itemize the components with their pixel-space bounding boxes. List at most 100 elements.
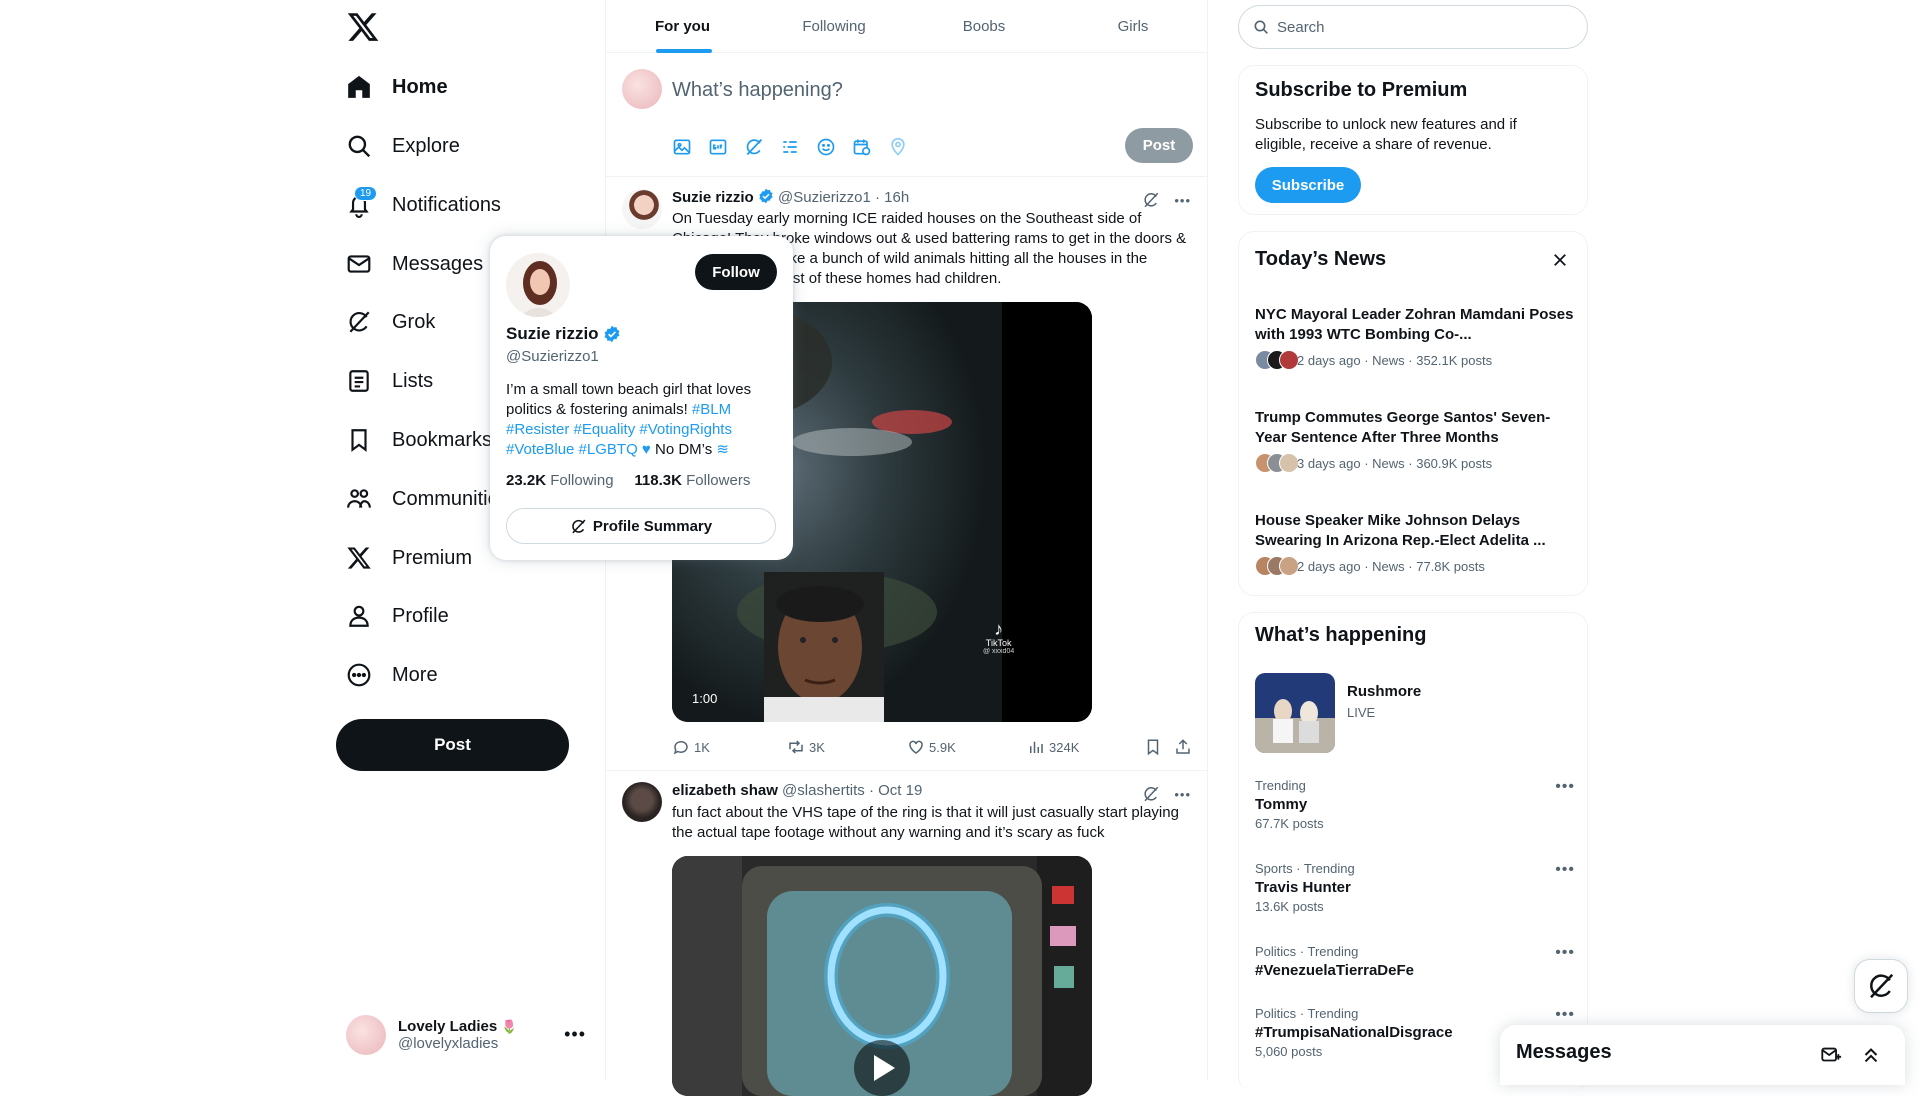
share-button[interactable]: [1174, 738, 1192, 756]
poll-icon[interactable]: [780, 137, 800, 157]
search-input[interactable]: Search: [1238, 5, 1588, 49]
tab-boobs[interactable]: Boobs: [909, 0, 1059, 53]
more-dots-icon[interactable]: •••: [1174, 787, 1191, 802]
tweet-header: Suzie rizzio @Suzierizzo1 · 16h: [672, 188, 909, 206]
nav-more[interactable]: More: [346, 653, 438, 697]
grok-icon[interactable]: [744, 137, 764, 157]
gif-icon[interactable]: [708, 137, 728, 157]
views-button[interactable]: 324K: [1027, 738, 1079, 756]
nav-communities[interactable]: Communities: [346, 477, 509, 521]
more-dots-icon[interactable]: •••: [1174, 193, 1191, 208]
hashtag-link[interactable]: #VoteBlue #LGBTQ: [506, 441, 638, 458]
bio-tail: No DM’s: [655, 441, 713, 458]
nav-notifications[interactable]: 19 Notifications: [346, 183, 501, 227]
tweet-dot: ·: [868, 782, 874, 799]
tab-girls[interactable]: Girls: [1059, 0, 1207, 53]
schedule-icon[interactable]: [852, 137, 872, 157]
follow-button[interactable]: Follow: [695, 254, 777, 290]
news-item[interactable]: House Speaker Mike Johnson Delays Sweari…: [1255, 511, 1575, 576]
trend-posts: 67.7K posts: [1255, 816, 1324, 831]
news-meta: 2 days ago · News · 77.8K posts: [1297, 558, 1485, 574]
grok-icon[interactable]: [1142, 191, 1160, 209]
blue-heart-icon: ♥: [641, 441, 651, 458]
nav-home[interactable]: Home: [346, 65, 448, 109]
following-link[interactable]: 23.2K Following: [506, 472, 614, 489]
more-dots-icon[interactable]: •••: [1555, 1006, 1575, 1024]
tweet-handle[interactable]: @Suzierizzo1: [778, 189, 871, 206]
video-frame: [672, 856, 1092, 1096]
nav-label: Bookmarks: [392, 428, 493, 451]
search-icon: [1253, 19, 1269, 35]
account-switcher[interactable]: Lovely Ladies 🌷 @lovelyxladies •••: [346, 1010, 586, 1060]
news-meta-row: 3 days ago · News · 360.9K posts: [1255, 453, 1575, 473]
avatar[interactable]: [506, 253, 570, 317]
reply-button[interactable]: 1K: [672, 738, 710, 756]
tab-for-you[interactable]: For you: [606, 0, 759, 53]
reply-count: 1K: [694, 739, 710, 755]
subscribe-button[interactable]: Subscribe: [1255, 167, 1361, 203]
repost-count: 3K: [809, 739, 825, 755]
followers-link[interactable]: 118.3K Followers: [634, 472, 750, 489]
image-icon[interactable]: [672, 137, 692, 157]
like-button[interactable]: 5.9K: [907, 738, 956, 756]
video-player[interactable]: [672, 856, 1092, 1096]
nav-label: Notifications: [392, 193, 501, 216]
grok-icon[interactable]: [1142, 785, 1160, 803]
nav-premium[interactable]: Premium: [346, 536, 472, 580]
profile-summary-button[interactable]: Profile Summary: [506, 508, 776, 544]
nav-profile[interactable]: Profile: [346, 594, 449, 638]
tweet-handle[interactable]: @slashertits: [782, 782, 865, 799]
tweet-time[interactable]: Oct 19: [878, 782, 922, 799]
more-dots-icon[interactable]: •••: [564, 1024, 586, 1045]
account-name-text: Lovely Ladies: [398, 1018, 498, 1035]
avatar[interactable]: [622, 782, 662, 822]
profile-name-text: Suzie rizzio: [506, 324, 599, 343]
tab-label: Following: [802, 18, 866, 35]
more-dots-icon[interactable]: •••: [1555, 944, 1575, 962]
tweet-author[interactable]: Suzie rizzio: [672, 189, 754, 206]
grok-floating-button[interactable]: [1854, 959, 1908, 1013]
nav-bookmarks[interactable]: Bookmarks: [346, 418, 492, 462]
nav-grok[interactable]: Grok: [346, 300, 435, 344]
tweet-author[interactable]: elizabeth shaw: [672, 782, 778, 799]
post-button[interactable]: Post: [1125, 128, 1193, 163]
news-item[interactable]: Trump Commutes George Santos' Seven-Year…: [1255, 408, 1575, 473]
more-dots-icon[interactable]: •••: [1555, 778, 1575, 796]
close-icon[interactable]: [1551, 251, 1569, 269]
chevron-up-icon[interactable]: [1860, 1044, 1882, 1066]
hashtag-link[interactable]: #Resister #Equality #VotingRights: [506, 421, 732, 438]
location-icon[interactable]: [888, 137, 908, 157]
tab-label: Boobs: [962, 18, 1006, 35]
tweet[interactable]: elizabeth shaw @slashertits · Oct 19 •••…: [606, 771, 1207, 1096]
bookmark-button[interactable]: [1144, 738, 1162, 756]
more-circle-icon: [346, 662, 372, 688]
search-placeholder: Search: [1277, 18, 1325, 36]
tweet-time[interactable]: 16h: [884, 189, 909, 206]
bell-icon: 19: [346, 186, 378, 218]
live-event[interactable]: Rushmore LIVE: [1255, 673, 1571, 753]
messages-drawer[interactable]: Messages: [1500, 1025, 1905, 1085]
nav-lists[interactable]: Lists: [346, 359, 433, 403]
news-card: Today’s News NYC Mayoral Leader Zohran M…: [1238, 231, 1588, 596]
avatar[interactable]: [622, 189, 662, 229]
news-item[interactable]: NYC Mayoral Leader Zohran Mamdani Poses …: [1255, 305, 1575, 370]
more-dots-icon[interactable]: •••: [1555, 861, 1575, 879]
compose-input[interactable]: What’s happening?: [672, 79, 843, 102]
repost-button[interactable]: 3K: [787, 738, 825, 756]
trend-item[interactable]: Sports · Trending Travis Hunter 13.6K po…: [1255, 861, 1575, 914]
x-logo-icon[interactable]: [346, 10, 380, 44]
nav-label: Profile: [392, 604, 449, 627]
post-button[interactable]: Post: [336, 719, 569, 771]
profile-hovercard: Follow Suzie rizzio @Suzierizzo1 I’m a s…: [490, 236, 793, 560]
emoji-icon[interactable]: [816, 137, 836, 157]
profile-handle[interactable]: @Suzierizzo1: [506, 348, 599, 365]
trend-item[interactable]: Trending Tommy 67.7K posts •••: [1255, 778, 1575, 831]
tab-following[interactable]: Following: [759, 0, 909, 53]
hashtag-link[interactable]: #BLM: [692, 401, 731, 418]
nav-messages[interactable]: Messages: [346, 242, 483, 286]
nav-explore[interactable]: Explore: [346, 124, 460, 168]
grok-icon: [1866, 971, 1896, 1001]
new-message-icon[interactable]: [1820, 1044, 1842, 1066]
trend-item[interactable]: Politics · Trending #VenezuelaTierraDeFe…: [1255, 944, 1575, 979]
profile-name[interactable]: Suzie rizzio: [506, 324, 621, 344]
